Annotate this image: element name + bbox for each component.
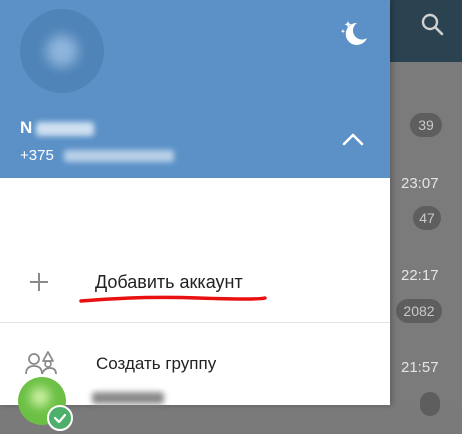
- profile-avatar[interactable]: [20, 9, 104, 93]
- chat-list-meta: 39 23:07 47 22:17 2082 21:57: [390, 62, 462, 416]
- navigation-drawer: N +375 Добавить аккаунт Создать группу: [0, 0, 390, 431]
- chat-time: 22:17: [401, 267, 439, 284]
- chat-time: 21:57: [401, 359, 439, 376]
- unread-badge: [420, 392, 440, 416]
- search-icon: [421, 13, 444, 36]
- drawer-header: N +375: [0, 0, 390, 178]
- user-phone: +375: [20, 147, 54, 164]
- user-name: N: [20, 118, 33, 137]
- user-name-redaction: [36, 122, 94, 136]
- group-icon: [24, 350, 58, 376]
- chat-time: 23:07: [401, 175, 439, 192]
- unread-badge: 2082: [396, 299, 442, 323]
- account-row[interactable]: [0, 180, 390, 431]
- plus-icon: [28, 271, 50, 293]
- menu-divider: [0, 322, 390, 323]
- user-phone-redaction: [64, 150, 174, 162]
- create-group-label: Создать группу: [96, 354, 217, 373]
- unread-badge: 39: [410, 113, 442, 137]
- moon-icon: [340, 21, 367, 45]
- night-mode-button[interactable]: [336, 18, 370, 48]
- chevron-up-icon: [342, 133, 364, 146]
- unread-badge: 47: [413, 206, 441, 230]
- annotation-underline: [79, 295, 267, 303]
- check-icon: [47, 405, 73, 431]
- add-account-label: Добавить аккаунт: [95, 272, 243, 292]
- search-button[interactable]: [414, 6, 452, 44]
- accounts-toggle-button[interactable]: [338, 125, 368, 155]
